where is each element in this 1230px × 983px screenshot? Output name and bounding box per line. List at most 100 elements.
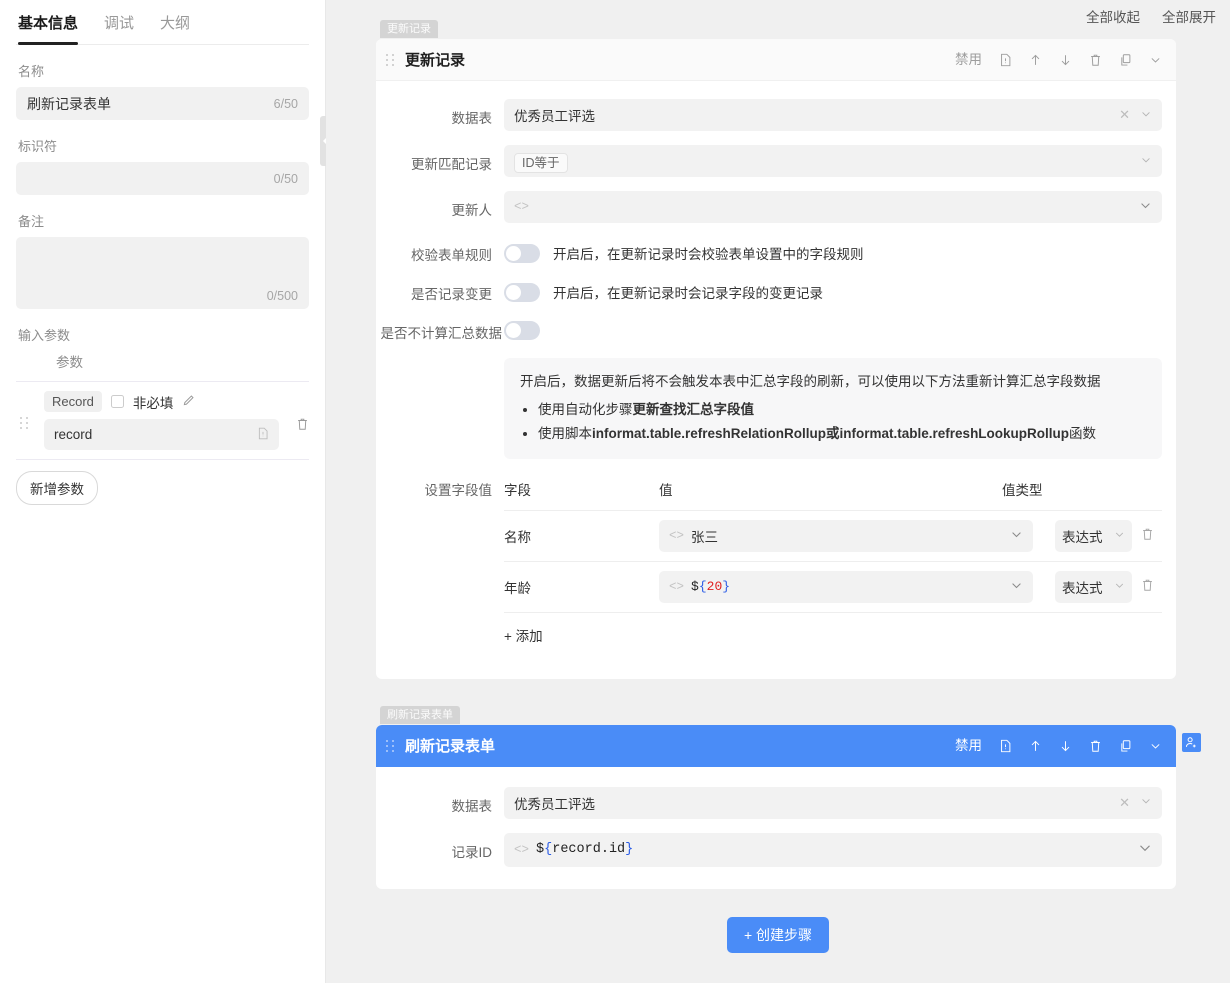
- chevron-down-icon[interactable]: [1010, 579, 1023, 595]
- note-icon[interactable]: [257, 427, 269, 443]
- chevron-down-icon[interactable]: [1140, 108, 1152, 123]
- row-value-type-text: 表达式: [1062, 577, 1114, 597]
- param-required-checkbox[interactable]: [111, 395, 124, 408]
- chevron-down-icon[interactable]: [1114, 579, 1125, 594]
- chevron-down-icon[interactable]: [1149, 53, 1162, 67]
- datasheet-select[interactable]: 优秀员工评选 ✕: [504, 787, 1162, 819]
- row-delete-button[interactable]: [1132, 578, 1162, 595]
- no-rollup-row: 是否不计算汇总数据: [376, 321, 1162, 342]
- input-params-label: 输入参数: [18, 325, 309, 344]
- chevron-down-icon[interactable]: [1139, 199, 1152, 215]
- trash-icon[interactable]: [1089, 53, 1102, 67]
- notice-list-item: 使用自动化步骤更新查找汇总字段值: [538, 400, 1146, 421]
- canvas-topbar: 全部收起 全部展开: [326, 0, 1230, 32]
- field-value-table: 字段 值 值类型 名称 <> 张三: [504, 479, 1162, 645]
- identifier-input[interactable]: 0/50: [16, 162, 309, 195]
- expand-all-button[interactable]: 全部展开: [1162, 6, 1216, 26]
- chevron-down-icon[interactable]: [1010, 528, 1023, 544]
- add-field-row-button[interactable]: + 添加: [504, 613, 1162, 645]
- datasheet-value: 优秀员工评选: [514, 793, 1119, 813]
- arrow-down-icon[interactable]: [1059, 739, 1072, 753]
- no-rollup-toggle[interactable]: [504, 321, 540, 340]
- row-value-text: ${20}: [691, 579, 1010, 594]
- arrow-up-icon[interactable]: [1029, 739, 1042, 753]
- note-icon[interactable]: [999, 739, 1012, 753]
- tab-outline[interactable]: 大纲: [160, 12, 190, 44]
- drag-handle-icon[interactable]: [386, 54, 395, 66]
- disable-button[interactable]: 禁用: [955, 53, 982, 67]
- node-title: 更新记录: [405, 49, 955, 70]
- name-input[interactable]: 刷新记录表单 6/50: [16, 87, 309, 120]
- notice-item-bold: informat.table.refreshRelationRollup或inf…: [592, 426, 1069, 441]
- table-row: 名称 <> 张三: [504, 511, 1162, 562]
- copy-icon[interactable]: [1119, 53, 1132, 67]
- chevron-down-icon[interactable]: [1140, 795, 1152, 810]
- note-icon[interactable]: [999, 53, 1012, 67]
- node-update-record: 更新记录 更新记录 禁用: [376, 39, 1176, 679]
- remark-counter: 0/500: [267, 289, 298, 303]
- row-value-type-select[interactable]: 表达式: [1055, 520, 1132, 552]
- datasheet-value: 优秀员工评选: [514, 105, 1119, 125]
- changelog-label: 是否记录变更: [376, 282, 504, 303]
- arrow-up-icon[interactable]: [1029, 53, 1042, 67]
- row-delete-button[interactable]: [1132, 527, 1162, 544]
- clear-icon[interactable]: ✕: [1119, 795, 1130, 811]
- arrow-down-icon[interactable]: [1059, 53, 1072, 67]
- notice-item-prefix: 使用脚本: [538, 426, 592, 441]
- column-header-value: 值: [659, 479, 1002, 499]
- drag-handle-icon[interactable]: [20, 417, 34, 429]
- record-id-row: 记录ID <> ${record.id}: [376, 833, 1162, 867]
- pencil-icon[interactable]: [182, 394, 195, 410]
- table-header-row: 字段 值 值类型: [504, 479, 1162, 511]
- disable-button[interactable]: 禁用: [955, 739, 982, 753]
- param-name-input[interactable]: record: [44, 419, 279, 450]
- row-value-type-select[interactable]: 表达式: [1055, 571, 1132, 603]
- param-body: Record 非必填 record: [44, 391, 290, 450]
- identifier-counter: 0/50: [274, 172, 298, 186]
- datasheet-row: 数据表 优秀员工评选 ✕: [376, 787, 1162, 819]
- datasheet-row: 数据表 优秀员工评选 ✕: [376, 99, 1162, 131]
- updater-label: 更新人: [376, 191, 504, 219]
- identifier-label: 标识符: [18, 136, 309, 155]
- changelog-desc: 开启后，在更新记录时会记录字段的变更记录: [553, 282, 823, 302]
- node-actions: 禁用: [955, 739, 1162, 753]
- chevron-down-icon[interactable]: [1114, 528, 1125, 543]
- clear-icon[interactable]: ✕: [1119, 107, 1130, 123]
- datasheet-select[interactable]: 优秀员工评选 ✕: [504, 99, 1162, 131]
- copy-icon[interactable]: [1119, 739, 1132, 753]
- notice-item-prefix: 使用自动化步骤: [538, 402, 633, 417]
- expression-icon: <>: [514, 843, 529, 857]
- changelog-toggle[interactable]: [504, 283, 540, 302]
- collapse-all-button[interactable]: 全部收起: [1086, 6, 1140, 26]
- sidebar-tabs: 基本信息 调试 大纲: [16, 0, 309, 45]
- row-field-name: 年龄: [504, 577, 659, 597]
- remark-textarea[interactable]: 0/500: [16, 237, 309, 309]
- add-param-button[interactable]: 新增参数: [16, 471, 98, 505]
- record-id-select[interactable]: <> ${record.id}: [504, 833, 1162, 867]
- validate-rule-toggle[interactable]: [504, 244, 540, 263]
- user-add-icon[interactable]: [1182, 733, 1201, 752]
- row-value-select[interactable]: <> ${20}: [659, 571, 1033, 603]
- notice-row: 开启后，数据更新后将不会触发本表中汇总字段的刷新，可以使用以下方法重新计算汇总字…: [376, 358, 1162, 459]
- node-tag: 更新记录: [380, 20, 438, 38]
- app-root: 基本信息 调试 大纲 名称 刷新记录表单 6/50 标识符 0/50 备注 0/…: [0, 0, 1230, 983]
- tab-debug[interactable]: 调试: [104, 12, 134, 44]
- validate-rule-row: 校验表单规则 开启后，在更新记录时会校验表单设置中的字段规则: [376, 243, 1162, 264]
- node-title: 刷新记录表单: [405, 735, 955, 756]
- param-type-chip[interactable]: Record: [44, 391, 102, 412]
- create-step-button[interactable]: + 创建步骤: [727, 917, 829, 953]
- chevron-down-icon[interactable]: [1138, 841, 1152, 858]
- match-record-select[interactable]: ID等于: [504, 145, 1162, 177]
- updater-select[interactable]: <>: [504, 191, 1162, 223]
- chevron-down-icon[interactable]: [1149, 739, 1162, 753]
- tab-basic-info[interactable]: 基本信息: [18, 12, 78, 44]
- left-sidebar: 基本信息 调试 大纲 名称 刷新记录表单 6/50 标识符 0/50 备注 0/…: [0, 0, 326, 983]
- chevron-down-icon[interactable]: [1140, 154, 1152, 169]
- drag-handle-icon[interactable]: [386, 740, 395, 752]
- node-refresh-record-form: 刷新记录表单 刷新记录表单 禁用: [376, 725, 1176, 889]
- trash-icon[interactable]: [1089, 739, 1102, 753]
- datasheet-label: 数据表: [376, 787, 504, 815]
- expression-icon: <>: [514, 200, 529, 214]
- row-value-select[interactable]: <> 张三: [659, 520, 1033, 552]
- param-delete-button[interactable]: [296, 417, 309, 434]
